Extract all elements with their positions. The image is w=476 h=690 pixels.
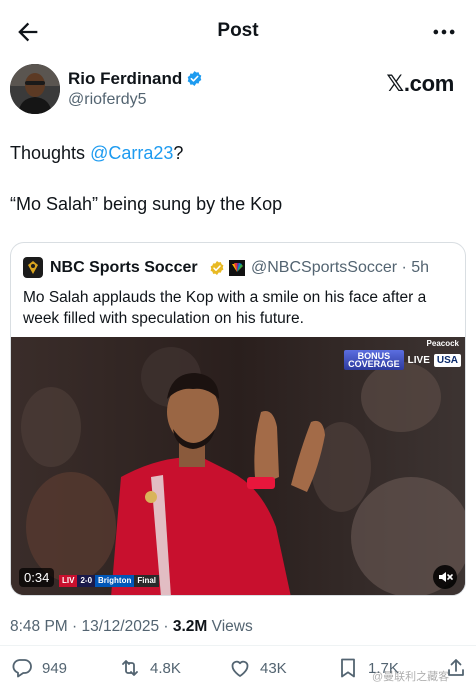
gold-verified-icon [210, 261, 224, 275]
post-text-prefix: Thoughts [10, 143, 91, 163]
quoted-author-handle-time: @NBCSportsSoccer · 5h [251, 259, 430, 276]
nbc-sports-logo-icon [23, 257, 43, 278]
repost-count: 4.8K [150, 659, 181, 677]
mention-link[interactable]: @Carra23 [90, 143, 173, 163]
more-icon[interactable] [430, 18, 458, 46]
coverage-label: COVERAGE [348, 359, 400, 369]
verified-icon [187, 71, 202, 86]
author-handle[interactable]: @rioferdy5 [68, 91, 147, 109]
post-text-line-1: Thoughts @Carra23? [10, 143, 183, 164]
author-name[interactable]: Rio Ferdinand [68, 69, 203, 89]
views-count: 3.2M [172, 618, 208, 635]
bonus-coverage-badge: BONUS COVERAGE [344, 350, 404, 370]
score-status: Final [134, 575, 160, 587]
retweet-icon [122, 660, 138, 676]
video-duration: 0:34 [19, 568, 55, 587]
like-count: 43K [260, 659, 287, 677]
views-label: Views [207, 618, 253, 635]
post-text-suffix: ? [173, 143, 184, 163]
scoreboard: LIV 2-0 Brighton Final [59, 575, 160, 587]
quoted-post-card[interactable]: NBC Sports Soccer @NBCSportsSoccer · 5h … [10, 242, 466, 596]
avatar[interactable] [10, 64, 60, 114]
peacock-label: Peacock [426, 339, 459, 348]
divider [0, 645, 476, 646]
x-com-source-label: 𝕏.com [386, 71, 454, 96]
reply-button[interactable]: 949 [10, 654, 67, 682]
video-thumbnail [11, 337, 465, 595]
live-label: LIVE [407, 354, 430, 366]
score-away: Brighton [95, 575, 135, 587]
post-timestamp[interactable]: 8:48 PM · 13/12/2025 · [10, 618, 173, 635]
quoted-post-text: Mo Salah applauds the Kop with a smile o… [23, 289, 427, 327]
quoted-post-header: NBC Sports Soccer @NBCSportsSoccer · 5h [23, 257, 463, 279]
author-row: Rio Ferdinand @rioferdy5 𝕏.com [10, 64, 466, 116]
score-value: 2-0 [77, 575, 96, 587]
like-button[interactable]: 43K [228, 654, 287, 682]
repost-button[interactable]: 4.8K [118, 654, 181, 682]
reply-count: 949 [42, 659, 68, 677]
nbc-peacock-icon [229, 260, 245, 276]
bookmark-icon [341, 658, 355, 678]
broadcast-bug: BONUS COVERAGE LIVE USA [344, 349, 461, 371]
post-text-line-2: “Mo Salah” being sung by the Kop [10, 194, 283, 214]
post-meta: 8:48 PM · 13/12/2025 · 3.2M Views [10, 618, 253, 636]
page-title: Post [217, 20, 259, 41]
top-bar: Post [0, 0, 476, 60]
author-name-text: Rio Ferdinand [68, 69, 183, 88]
video-player[interactable]: BONUS COVERAGE LIVE USA Peacock 0:34 LIV … [11, 337, 465, 595]
watermark: @曼联利之藏客 [372, 671, 450, 683]
score-home: LIV [59, 575, 78, 587]
mute-icon[interactable] [433, 565, 457, 589]
usa-network-logo: USA [433, 353, 461, 367]
like-icon [231, 660, 249, 677]
quoted-author-name: NBC Sports Soccer [50, 259, 198, 276]
reply-icon [12, 659, 32, 678]
